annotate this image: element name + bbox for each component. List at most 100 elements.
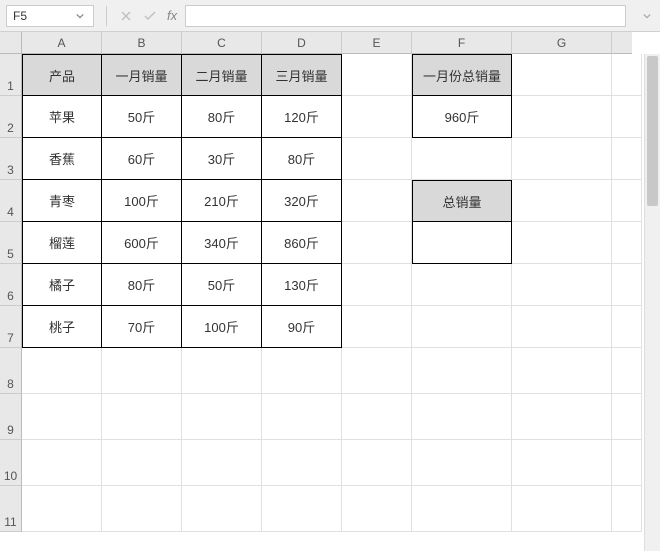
cell-F10[interactable] (412, 440, 512, 486)
cell-C8[interactable] (182, 348, 262, 394)
cell-A11[interactable] (22, 486, 102, 532)
cell-E7[interactable] (342, 306, 412, 348)
row-header-1[interactable]: 1 (0, 54, 22, 96)
cell-C6[interactable]: 50斤 (182, 264, 262, 306)
column-header-E[interactable]: E (342, 32, 412, 54)
cell-E4[interactable] (342, 180, 412, 222)
cell-G10[interactable] (512, 440, 612, 486)
spreadsheet-grid[interactable]: ABCDEFG 1234567891011 产品一月销量二月销量三月销量一月份总… (0, 32, 660, 551)
row-header-9[interactable]: 9 (0, 394, 22, 440)
cell-D1[interactable]: 三月销量 (262, 54, 342, 96)
name-box[interactable]: F5 (6, 5, 94, 27)
cell-E2[interactable] (342, 96, 412, 138)
cell-D8[interactable] (262, 348, 342, 394)
cell-A6[interactable]: 橘子 (22, 264, 102, 306)
cell-A3[interactable]: 香蕉 (22, 138, 102, 180)
cell-F6[interactable] (412, 264, 512, 306)
row-header-6[interactable]: 6 (0, 264, 22, 306)
cell-A2[interactable]: 苹果 (22, 96, 102, 138)
column-header-B[interactable]: B (102, 32, 182, 54)
select-all-corner[interactable] (0, 32, 22, 54)
fx-icon[interactable]: fx (167, 8, 177, 23)
check-icon[interactable] (143, 9, 157, 23)
cell-F9[interactable] (412, 394, 512, 440)
cell-E3[interactable] (342, 138, 412, 180)
cell-D3[interactable]: 80斤 (262, 138, 342, 180)
cell-D7[interactable]: 90斤 (262, 306, 342, 348)
cell-G6[interactable] (512, 264, 612, 306)
cell-E1[interactable] (342, 54, 412, 96)
cell-D6[interactable]: 130斤 (262, 264, 342, 306)
cell-G3[interactable] (512, 138, 612, 180)
cell-C9[interactable] (182, 394, 262, 440)
cell-A10[interactable] (22, 440, 102, 486)
cell-D10[interactable] (262, 440, 342, 486)
cell-B6[interactable]: 80斤 (102, 264, 182, 306)
cell-G8[interactable] (512, 348, 612, 394)
cell-F4[interactable]: 总销量 (412, 180, 512, 222)
cell-G4[interactable] (512, 180, 612, 222)
cell-C2[interactable]: 80斤 (182, 96, 262, 138)
cell-F7[interactable] (412, 306, 512, 348)
cell-E8[interactable] (342, 348, 412, 394)
column-header-A[interactable]: A (22, 32, 102, 54)
cell-C5[interactable]: 340斤 (182, 222, 262, 264)
cell-F1[interactable]: 一月份总销量 (412, 54, 512, 96)
row-header-7[interactable]: 7 (0, 306, 22, 348)
row-header-8[interactable]: 8 (0, 348, 22, 394)
scrollbar-thumb[interactable] (647, 56, 658, 206)
cell-F2[interactable]: 960斤 (412, 96, 512, 138)
cancel-icon[interactable] (119, 9, 133, 23)
cell-C1[interactable]: 二月销量 (182, 54, 262, 96)
vertical-scrollbar[interactable] (644, 54, 660, 551)
cell-B7[interactable]: 70斤 (102, 306, 182, 348)
cell-C3[interactable]: 30斤 (182, 138, 262, 180)
cell-B3[interactable]: 60斤 (102, 138, 182, 180)
cell-D5[interactable]: 860斤 (262, 222, 342, 264)
cell-B2[interactable]: 50斤 (102, 96, 182, 138)
cell-G7[interactable] (512, 306, 612, 348)
cell-F11[interactable] (412, 486, 512, 532)
cell-G11[interactable] (512, 486, 612, 532)
cell-A9[interactable] (22, 394, 102, 440)
cell-G9[interactable] (512, 394, 612, 440)
cell-B9[interactable] (102, 394, 182, 440)
cell-B5[interactable]: 600斤 (102, 222, 182, 264)
chevron-down-icon[interactable] (640, 12, 654, 20)
row-header-10[interactable]: 10 (0, 440, 22, 486)
column-header-D[interactable]: D (262, 32, 342, 54)
cell-E6[interactable] (342, 264, 412, 306)
cell-E11[interactable] (342, 486, 412, 532)
row-header-3[interactable]: 3 (0, 138, 22, 180)
cell-A7[interactable]: 桃子 (22, 306, 102, 348)
cells-area[interactable]: 产品一月销量二月销量三月销量一月份总销量苹果50斤80斤120斤960斤香蕉60… (22, 54, 642, 532)
cell-F8[interactable] (412, 348, 512, 394)
cell-G1[interactable] (512, 54, 612, 96)
cell-G2[interactable] (512, 96, 612, 138)
column-header-C[interactable]: C (182, 32, 262, 54)
cell-G5[interactable] (512, 222, 612, 264)
cell-F3[interactable] (412, 138, 512, 180)
cell-C11[interactable] (182, 486, 262, 532)
cell-E5[interactable] (342, 222, 412, 264)
chevron-down-icon[interactable] (73, 9, 87, 23)
cell-B4[interactable]: 100斤 (102, 180, 182, 222)
cell-A1[interactable]: 产品 (22, 54, 102, 96)
cell-D11[interactable] (262, 486, 342, 532)
cell-F5[interactable] (412, 222, 512, 264)
cell-C7[interactable]: 100斤 (182, 306, 262, 348)
column-header-G[interactable]: G (512, 32, 612, 54)
cell-C10[interactable] (182, 440, 262, 486)
row-header-2[interactable]: 2 (0, 96, 22, 138)
cell-B11[interactable] (102, 486, 182, 532)
cell-A8[interactable] (22, 348, 102, 394)
cell-D4[interactable]: 320斤 (262, 180, 342, 222)
row-header-4[interactable]: 4 (0, 180, 22, 222)
cell-D9[interactable] (262, 394, 342, 440)
column-header-F[interactable]: F (412, 32, 512, 54)
cell-A5[interactable]: 榴莲 (22, 222, 102, 264)
cell-D2[interactable]: 120斤 (262, 96, 342, 138)
cell-E9[interactable] (342, 394, 412, 440)
cell-B10[interactable] (102, 440, 182, 486)
formula-bar[interactable] (185, 5, 626, 27)
